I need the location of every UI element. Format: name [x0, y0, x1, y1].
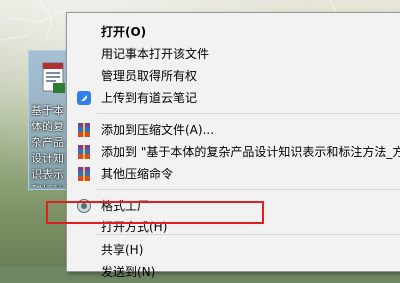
menu-item-label: 管理员取得所有权: [101, 69, 198, 83]
youdao-note-icon: [77, 91, 91, 105]
menu-item-upload-youdao[interactable]: 上传到有道云笔记: [67, 87, 400, 109]
menu-item-open[interactable]: 打开(O): [67, 21, 400, 43]
document-file-icon: [42, 62, 65, 93]
winrar-archive-icon: [78, 145, 90, 159]
menu-item-take-ownership[interactable]: 管理员取得所有权: [67, 65, 400, 87]
menu-item-label: 添加到压缩文件(A)...: [101, 123, 215, 137]
winrar-archive-icon: [78, 167, 90, 181]
menu-item-label: 其他压缩命令: [101, 167, 174, 181]
context-menu: 打开(O) 用记事本打开该文件 管理员取得所有权 上传到有道云笔记 添加到压缩文…: [66, 12, 400, 279]
menu-item-label: 添加到 "基于本体的复杂产品设计知识表示和标注方法_方伟: [101, 145, 400, 159]
menu-separator: [97, 113, 400, 114]
menu-separator: [97, 189, 400, 190]
winrar-archive-icon: [78, 123, 90, 137]
menu-item-label: 打开(O): [101, 25, 147, 39]
menu-item-open-with-notepad[interactable]: 用记事本打开该文件: [67, 43, 400, 65]
menu-item-label: 上传到有道云笔记: [101, 91, 198, 105]
menu-item-send-to[interactable]: 发送到(N): [67, 261, 400, 283]
menu-item-other-compress[interactable]: 其他压缩命令: [67, 163, 400, 185]
menu-item-label: 用记事本打开该文件: [101, 47, 210, 61]
menu-item-share[interactable]: 共享(H): [67, 239, 400, 261]
menu-item-label: 共享(H): [101, 243, 144, 257]
menu-item-add-to-archive[interactable]: 添加到压缩文件(A)...: [67, 119, 400, 141]
red-highlight-box: [46, 201, 264, 224]
menu-separator: [97, 234, 400, 235]
menu-item-label: 发送到(N): [101, 265, 156, 279]
menu-item-add-to-named-archive[interactable]: 添加到 "基于本体的复杂产品设计知识表示和标注方法_方伟: [67, 141, 400, 163]
